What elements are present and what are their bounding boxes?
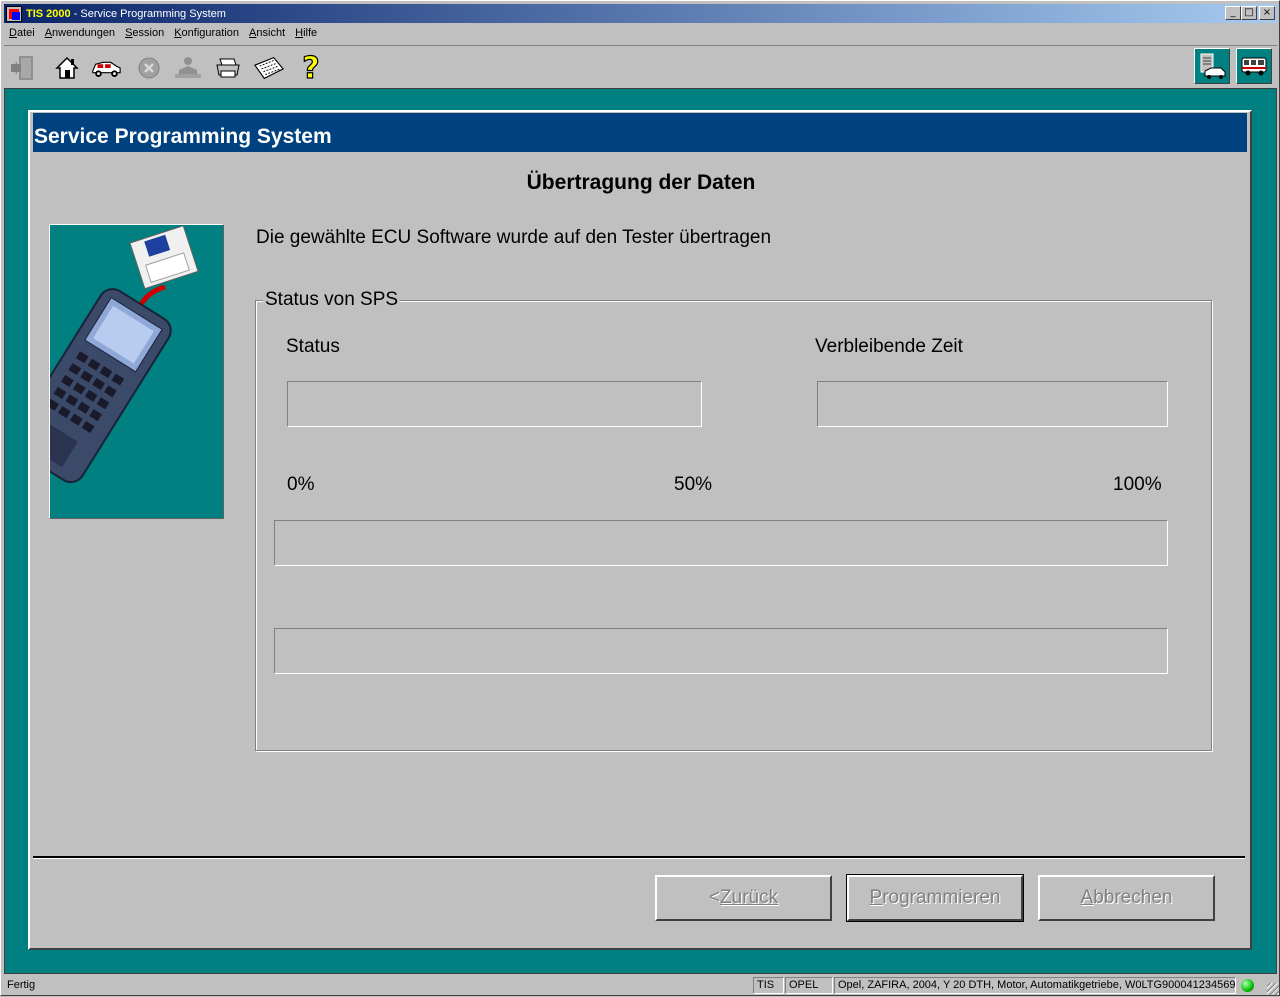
menu-session[interactable]: Session bbox=[120, 27, 169, 39]
back-button[interactable]: < Zurück bbox=[655, 875, 832, 921]
menu-bar: Datei Anwendungen Session Konfiguration … bbox=[4, 24, 1277, 42]
menu-ansicht[interactable]: Ansicht bbox=[244, 27, 290, 39]
progress-bar bbox=[274, 520, 1168, 566]
menu-datei[interactable]: Datei bbox=[4, 27, 40, 39]
panel-header-title: Service Programming System bbox=[34, 125, 332, 148]
progress-50-label: 50% bbox=[674, 474, 713, 495]
status-text: Fertig bbox=[7, 979, 36, 991]
page-title: Übertragung der Daten bbox=[526, 171, 756, 194]
stop-icon[interactable] bbox=[133, 52, 165, 84]
title-bar[interactable]: TIS 2000 - Service Programming System _ … bbox=[4, 4, 1277, 23]
toolbar: ? bbox=[4, 45, 1277, 87]
cancel-button[interactable]: Abbrechen bbox=[1038, 875, 1215, 921]
button-divider bbox=[33, 856, 1245, 859]
menu-hilfe[interactable]: Hilfe bbox=[290, 27, 322, 39]
program-button[interactable]: Programmieren bbox=[846, 874, 1024, 922]
bus-icon[interactable] bbox=[1236, 48, 1272, 84]
window-title: TIS 2000 - Service Programming System bbox=[26, 7, 226, 20]
sps-status-group-label: Status von SPS bbox=[263, 289, 401, 311]
user-icon[interactable] bbox=[172, 52, 204, 84]
status-label: Status bbox=[286, 336, 340, 357]
tester-illustration bbox=[11, 224, 224, 519]
status-field bbox=[287, 381, 702, 427]
print-icon[interactable] bbox=[212, 52, 244, 84]
status-brand: OPEL bbox=[785, 977, 833, 994]
exit-icon[interactable] bbox=[8, 52, 40, 84]
info-field bbox=[274, 628, 1168, 674]
vehicle-icon[interactable] bbox=[90, 52, 122, 84]
maximize-button[interactable]: □ bbox=[1241, 6, 1257, 20]
status-vehicle: Opel, ZAFIRA, 2004, Y 20 DTH, Motor, Aut… bbox=[834, 977, 1236, 994]
status-bar: Fertig TIS OPEL Opel, ZAFIRA, 2004, Y 20… bbox=[1, 976, 1280, 997]
resize-grip[interactable] bbox=[1267, 983, 1279, 995]
menu-anwendungen[interactable]: Anwendungen bbox=[40, 27, 120, 39]
remaining-time-field bbox=[817, 381, 1168, 427]
transfer-message: Die gewählte ECU Software wurde auf den … bbox=[256, 227, 772, 248]
vehicle-data-icon[interactable] bbox=[1194, 48, 1230, 84]
connection-led-icon bbox=[1241, 979, 1254, 992]
main-window: TIS 2000 - Service Programming System _ … bbox=[0, 0, 1280, 996]
app-icon[interactable] bbox=[6, 5, 22, 22]
status-app: TIS bbox=[753, 977, 784, 994]
help-icon[interactable]: ? bbox=[295, 52, 327, 84]
home-icon[interactable] bbox=[51, 52, 83, 84]
menu-konfiguration[interactable]: Konfiguration bbox=[169, 27, 244, 39]
progress-0-label: 0% bbox=[287, 474, 315, 495]
close-button[interactable]: × bbox=[1259, 6, 1275, 20]
remaining-time-label: Verbleibende Zeit bbox=[815, 336, 963, 357]
svg-text:?: ? bbox=[302, 52, 319, 84]
progress-100-label: 100% bbox=[1113, 474, 1162, 495]
keyboard-icon[interactable] bbox=[253, 52, 285, 84]
minimize-button[interactable]: _ bbox=[1225, 6, 1241, 20]
